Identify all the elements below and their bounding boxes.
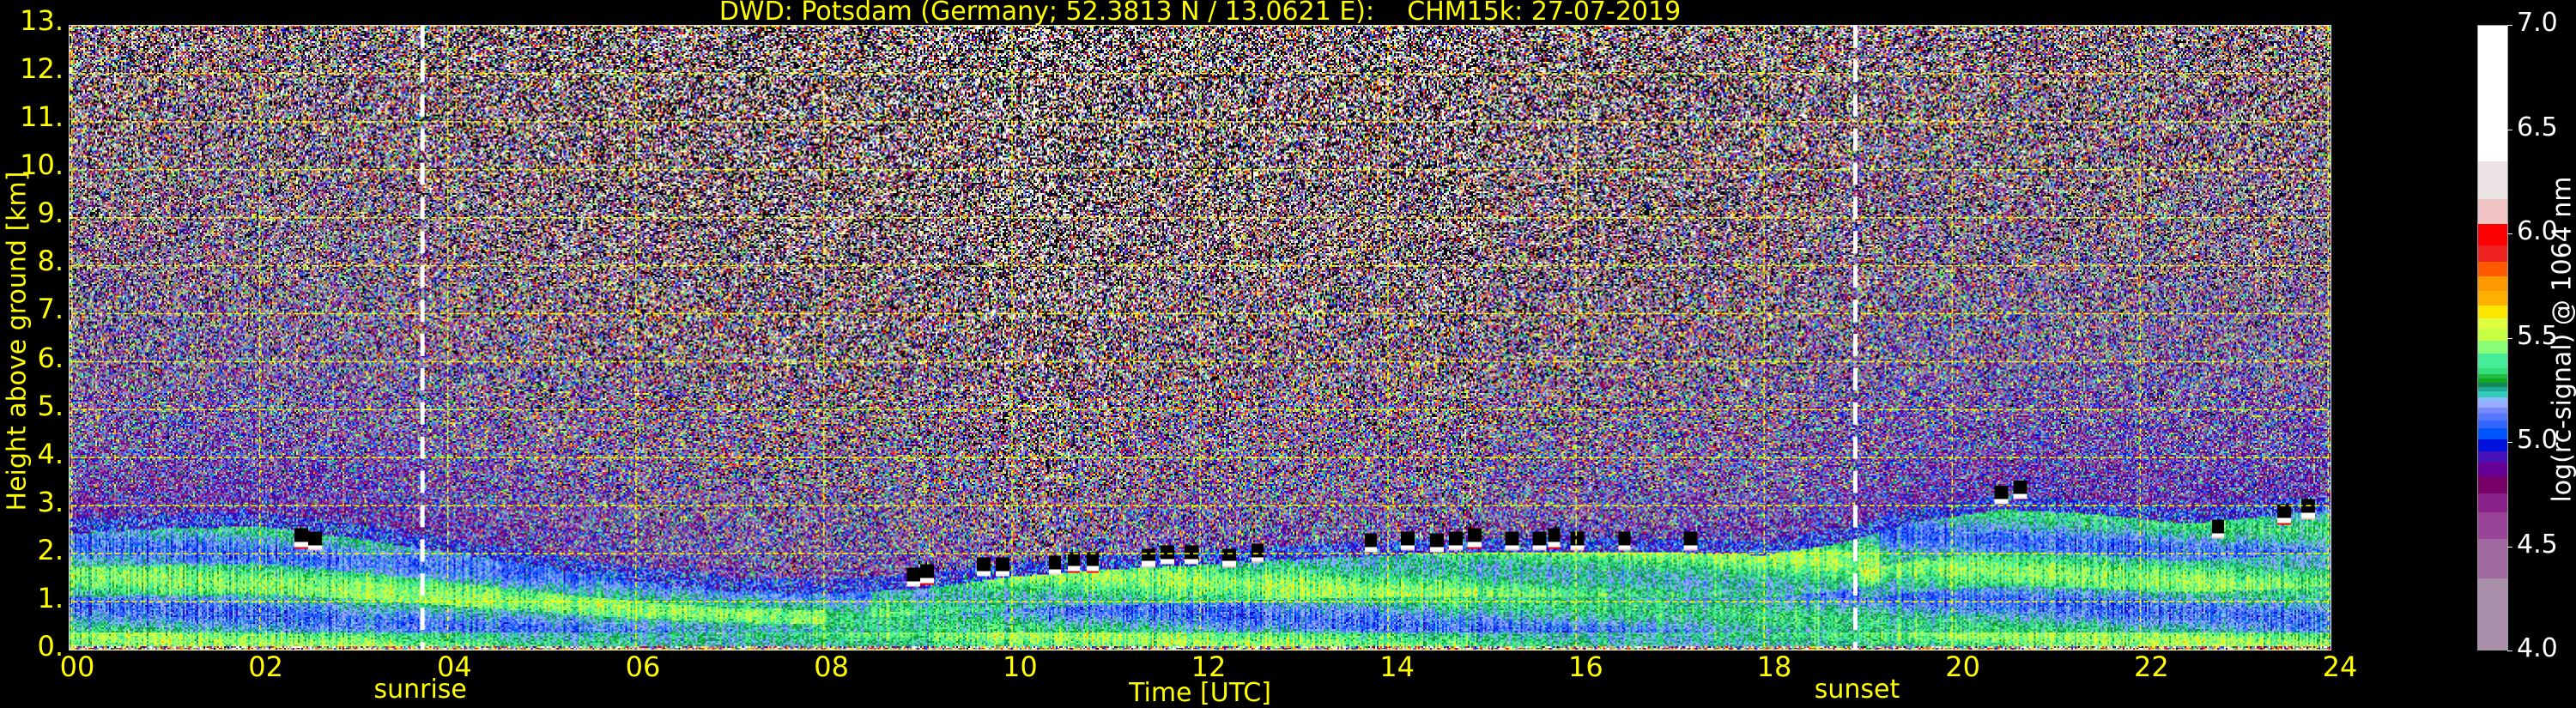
colorbar-band xyxy=(2478,368,2507,375)
colorbar-band xyxy=(2478,354,2507,360)
colorbar-band xyxy=(2478,306,2507,318)
colorbar-band xyxy=(2478,539,2507,579)
colorbar-band xyxy=(2478,476,2507,493)
colorbar-tick-mark xyxy=(2507,547,2512,548)
y-tick-label: 13. xyxy=(3,4,64,37)
colorbar-label: log(rc-signal) @ 1064 nm xyxy=(2548,160,2576,520)
colorbar-band xyxy=(2478,374,2507,378)
colorbar-band xyxy=(2478,511,2507,539)
colorbar-band xyxy=(2478,26,2507,161)
colorbar-band xyxy=(2478,199,2507,225)
colorbar-band xyxy=(2478,341,2507,354)
colorbar-band xyxy=(2478,578,2507,651)
colorbar-tick-mark xyxy=(2507,25,2512,26)
y-axis-label: Height above ground [km] xyxy=(3,161,33,522)
colorbar-band xyxy=(2478,360,2507,368)
colorbar-band xyxy=(2478,318,2507,329)
colorbar-tick-mark xyxy=(2507,338,2512,339)
colorbar-band xyxy=(2478,428,2507,439)
y-tick-label: 1. xyxy=(3,582,64,614)
colorbar-tick-label: 6.5 xyxy=(2517,112,2558,142)
colorbar-tick-label: 7.0 xyxy=(2517,8,2558,38)
colorbar xyxy=(2477,25,2508,651)
colorbar-band xyxy=(2478,291,2507,306)
colorbar-band xyxy=(2478,462,2507,477)
colorbar-band xyxy=(2478,328,2507,341)
y-tick-label: 12. xyxy=(3,52,64,85)
colorbar-band xyxy=(2478,397,2507,402)
colorbar-band xyxy=(2478,390,2507,397)
plot-area xyxy=(69,25,2331,651)
colorbar-tick-label: 4.0 xyxy=(2517,633,2558,663)
colorbar-tick-mark xyxy=(2507,233,2512,234)
colorbar-band xyxy=(2478,408,2507,415)
y-tick-label: 11. xyxy=(3,100,64,133)
colorbar-band xyxy=(2478,224,2507,245)
colorbar-band xyxy=(2478,414,2507,421)
x-axis-label: Time [UTC] xyxy=(69,678,2331,708)
colorbar-tick-label: 4.5 xyxy=(2517,529,2558,560)
colorbar-band xyxy=(2478,420,2507,428)
colorbar-band xyxy=(2478,386,2507,390)
colorbar-band xyxy=(2478,262,2507,277)
chart-title: DWD: Potsdam (Germany; 52.3813 N / 13.06… xyxy=(69,0,2331,27)
colorbar-band xyxy=(2478,378,2507,383)
plot-overlay xyxy=(70,26,2331,650)
colorbar-band xyxy=(2478,401,2507,408)
colorbar-band xyxy=(2478,245,2507,262)
colorbar-band xyxy=(2478,493,2507,511)
colorbar-band xyxy=(2478,439,2507,451)
colorbar-band xyxy=(2478,451,2507,463)
colorbar-band xyxy=(2478,276,2507,292)
colorbar-band xyxy=(2478,161,2507,199)
colorbar-tick-mark xyxy=(2507,442,2512,443)
colorbar-band xyxy=(2478,383,2507,387)
y-tick-label: 2. xyxy=(3,534,64,566)
